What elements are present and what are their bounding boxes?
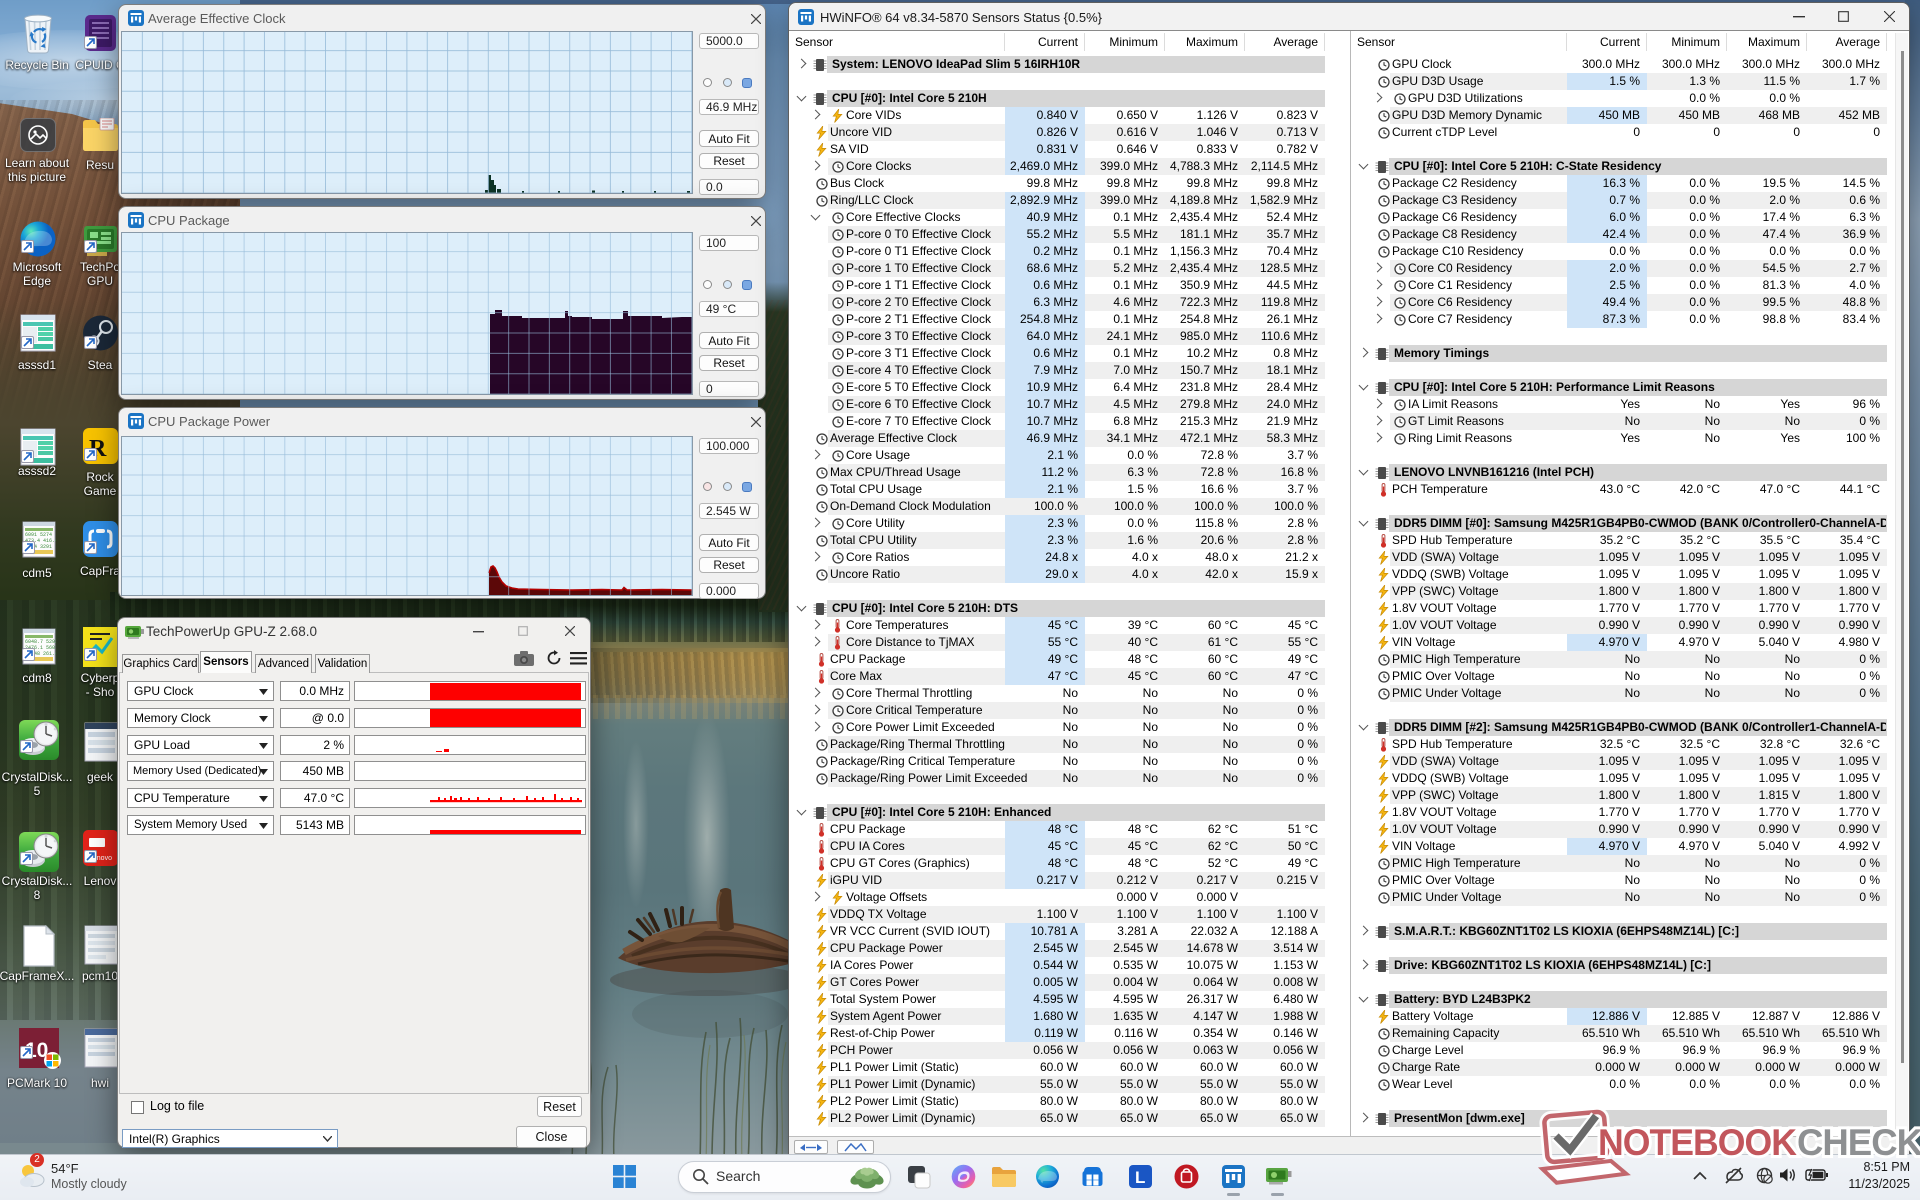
svg-text:CHECK: CHECK	[1797, 1122, 1920, 1163]
svg-text:NOTEBOOK: NOTEBOOK	[1598, 1122, 1797, 1163]
svg-text:L: L	[1135, 1168, 1145, 1187]
